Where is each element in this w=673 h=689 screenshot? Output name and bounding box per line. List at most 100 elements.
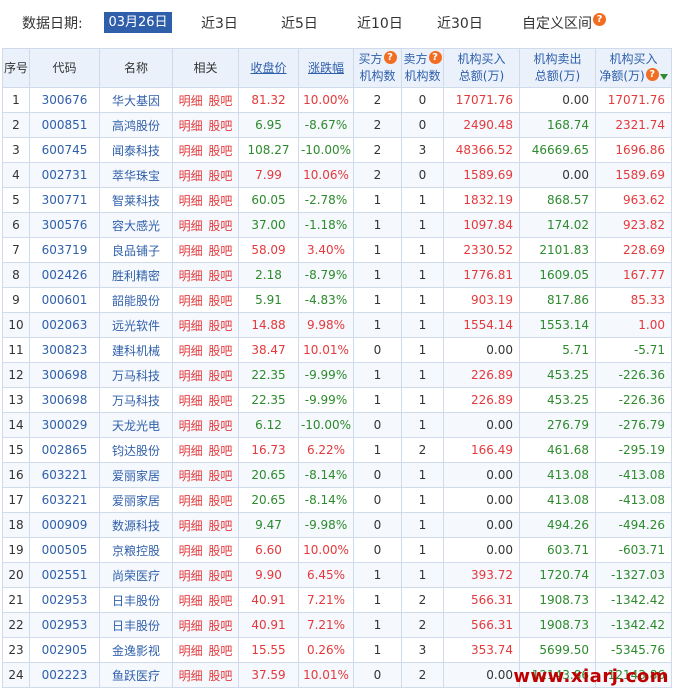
cell-code[interactable]: 000505 (29, 537, 100, 563)
cell-name[interactable]: 日丰股份 (99, 587, 173, 613)
guba-link[interactable]: 股吧 (208, 119, 232, 133)
header-sell-count[interactable]: 卖方? 机构数 (401, 48, 444, 88)
range-custom[interactable]: 自定义区间? (522, 13, 606, 33)
guba-link[interactable]: 股吧 (208, 469, 232, 483)
cell-name[interactable]: 鱼跃医疗 (99, 662, 173, 688)
cell-code[interactable]: 300676 (29, 87, 100, 113)
cell-name[interactable]: 爱丽家居 (99, 462, 173, 488)
detail-link[interactable]: 明细 (179, 119, 203, 133)
help-icon[interactable]: ? (645, 68, 659, 81)
header-buy-count[interactable]: 买方? 机构数 (353, 48, 402, 88)
cell-name[interactable]: 建科机械 (99, 337, 173, 363)
detail-link[interactable]: 明细 (179, 394, 203, 408)
detail-link[interactable]: 明细 (179, 494, 203, 508)
date-selector[interactable]: 03月26日 (104, 12, 172, 33)
detail-link[interactable]: 明细 (179, 419, 203, 433)
detail-link[interactable]: 明细 (179, 219, 203, 233)
cell-code[interactable]: 002551 (29, 562, 100, 588)
detail-link[interactable]: 明细 (179, 644, 203, 658)
header-buy-amount[interactable]: 机构买入 总额(万) (443, 48, 520, 88)
cell-name[interactable]: 万马科技 (99, 362, 173, 388)
cell-code[interactable]: 000909 (29, 512, 100, 538)
cell-name[interactable]: 胜利精密 (99, 262, 173, 288)
guba-link[interactable]: 股吧 (208, 219, 232, 233)
detail-link[interactable]: 明细 (179, 519, 203, 533)
guba-link[interactable]: 股吧 (208, 319, 232, 333)
range-10-days[interactable]: 近10日 (357, 13, 403, 33)
cell-name[interactable]: 容大感光 (99, 212, 173, 238)
help-icon[interactable]: ? (383, 51, 397, 64)
cell-name[interactable]: 华大基因 (99, 87, 173, 113)
help-icon[interactable]: ? (593, 13, 606, 26)
cell-code[interactable]: 600745 (29, 137, 100, 163)
detail-link[interactable]: 明细 (179, 194, 203, 208)
guba-link[interactable]: 股吧 (208, 594, 232, 608)
cell-code[interactable]: 603221 (29, 487, 100, 513)
guba-link[interactable]: 股吧 (208, 644, 232, 658)
guba-link[interactable]: 股吧 (208, 669, 232, 683)
cell-name[interactable]: 高鸿股份 (99, 112, 173, 138)
cell-code[interactable]: 002905 (29, 637, 100, 663)
guba-link[interactable]: 股吧 (208, 569, 232, 583)
cell-name[interactable]: 爱丽家居 (99, 487, 173, 513)
sort-desc-icon[interactable] (659, 73, 668, 80)
guba-link[interactable]: 股吧 (208, 544, 232, 558)
cell-code[interactable]: 300771 (29, 187, 100, 213)
range-5-days[interactable]: 近5日 (281, 13, 318, 33)
cell-name[interactable]: 万马科技 (99, 387, 173, 413)
detail-link[interactable]: 明细 (179, 619, 203, 633)
cell-name[interactable]: 良品铺子 (99, 237, 173, 263)
detail-link[interactable]: 明细 (179, 369, 203, 383)
guba-link[interactable]: 股吧 (208, 519, 232, 533)
cell-name[interactable]: 钧达股份 (99, 437, 173, 463)
cell-code[interactable]: 300576 (29, 212, 100, 238)
guba-link[interactable]: 股吧 (208, 169, 232, 183)
cell-code[interactable]: 300698 (29, 362, 100, 388)
cell-code[interactable]: 603719 (29, 237, 100, 263)
guba-link[interactable]: 股吧 (208, 94, 232, 108)
detail-link[interactable]: 明细 (179, 544, 203, 558)
cell-name[interactable]: 韶能股份 (99, 287, 173, 313)
guba-link[interactable]: 股吧 (208, 244, 232, 258)
detail-link[interactable]: 明细 (179, 319, 203, 333)
cell-name[interactable]: 尚荣医疗 (99, 562, 173, 588)
cell-code[interactable]: 300029 (29, 412, 100, 438)
detail-link[interactable]: 明细 (179, 94, 203, 108)
guba-link[interactable]: 股吧 (208, 619, 232, 633)
detail-link[interactable]: 明细 (179, 144, 203, 158)
detail-link[interactable]: 明细 (179, 244, 203, 258)
guba-link[interactable]: 股吧 (208, 269, 232, 283)
guba-link[interactable]: 股吧 (208, 344, 232, 358)
range-3-days[interactable]: 近3日 (201, 13, 238, 33)
cell-code[interactable]: 603221 (29, 462, 100, 488)
cell-code[interactable]: 300698 (29, 387, 100, 413)
guba-link[interactable]: 股吧 (208, 419, 232, 433)
detail-link[interactable]: 明细 (179, 344, 203, 358)
detail-link[interactable]: 明细 (179, 169, 203, 183)
cell-code[interactable]: 000601 (29, 287, 100, 313)
cell-name[interactable]: 智莱科技 (99, 187, 173, 213)
help-icon[interactable]: ? (428, 51, 442, 64)
detail-link[interactable]: 明细 (179, 569, 203, 583)
header-close-price[interactable]: 收盘价 (238, 48, 299, 88)
guba-link[interactable]: 股吧 (208, 369, 232, 383)
range-30-days[interactable]: 近30日 (437, 13, 483, 33)
cell-name[interactable]: 数源科技 (99, 512, 173, 538)
cell-name[interactable]: 京粮控股 (99, 537, 173, 563)
cell-code[interactable]: 300823 (29, 337, 100, 363)
cell-code[interactable]: 002426 (29, 262, 100, 288)
cell-code[interactable]: 002865 (29, 437, 100, 463)
cell-code[interactable]: 002731 (29, 162, 100, 188)
cell-name[interactable]: 日丰股份 (99, 612, 173, 638)
guba-link[interactable]: 股吧 (208, 194, 232, 208)
detail-link[interactable]: 明细 (179, 594, 203, 608)
detail-link[interactable]: 明细 (179, 669, 203, 683)
cell-name[interactable]: 远光软件 (99, 312, 173, 338)
cell-name[interactable]: 金逸影视 (99, 637, 173, 663)
detail-link[interactable]: 明细 (179, 294, 203, 308)
cell-name[interactable]: 天龙光电 (99, 412, 173, 438)
cell-code[interactable]: 002953 (29, 587, 100, 613)
detail-link[interactable]: 明细 (179, 269, 203, 283)
header-change-pct[interactable]: 涨跌幅 (298, 48, 354, 88)
cell-name[interactable]: 萃华珠宝 (99, 162, 173, 188)
